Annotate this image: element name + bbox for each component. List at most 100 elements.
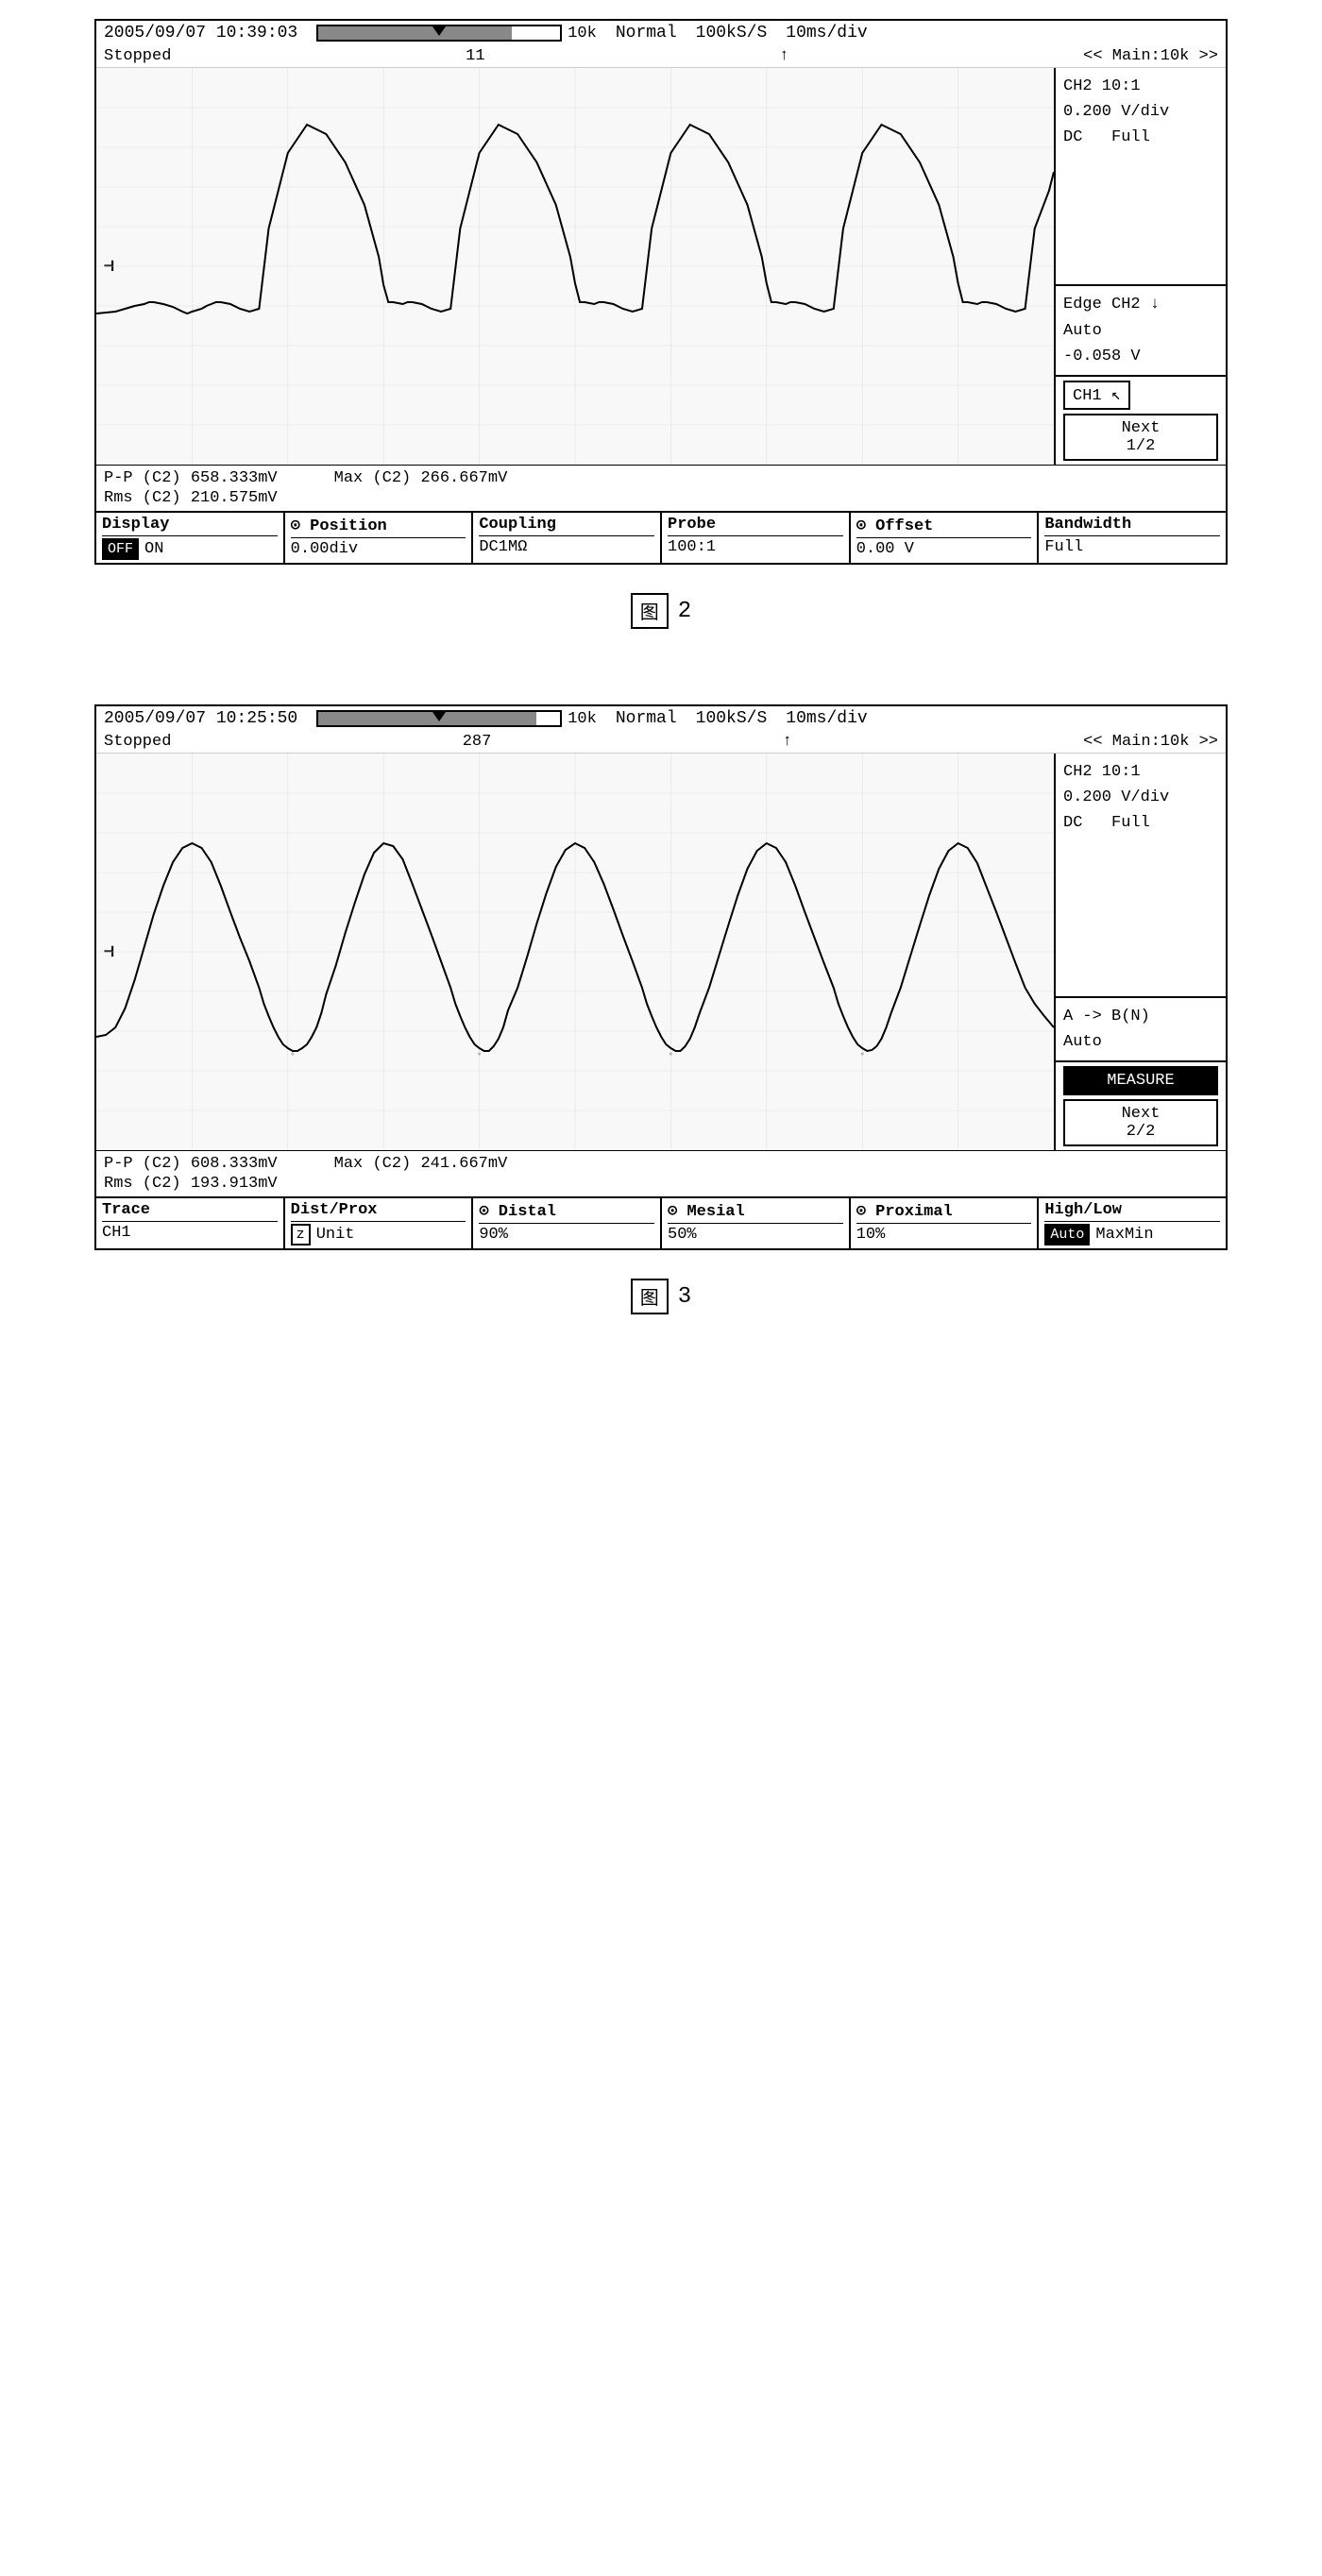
high-low-maxmin: MaxMin — [1095, 1226, 1153, 1244]
next-page-fig2: 1/2 — [1073, 437, 1209, 455]
ch1-next-fig2: CH1 ↖ Next 1/2 — [1056, 375, 1226, 465]
ctrl-proximal: ⊙ Proximal 10% — [851, 1198, 1040, 1248]
next-box-fig2[interactable]: Next 1/2 — [1063, 414, 1218, 461]
ctrl-offset: ⊙ Offset 0.00 V — [851, 513, 1040, 563]
ch2-probe-fig2: CH2 10:1 — [1063, 74, 1218, 99]
ctrl-probe: Probe 100:1 — [662, 513, 851, 563]
bandwidth-value: Full — [1044, 538, 1220, 556]
probe-label: Probe — [668, 516, 843, 536]
ch2-coupling-bw-fig2: DC Full — [1063, 125, 1218, 150]
rms-fig3: Rms (C2) 193.913mV — [104, 1175, 278, 1193]
max-fig2: Max (C2) 266.667mV — [334, 469, 508, 487]
ch2-coupling-fig2: DC — [1063, 128, 1082, 146]
offset-label: ⊙ Offset — [856, 516, 1032, 538]
mode-fig2: Normal — [616, 24, 677, 42]
waveform-svg-fig3 — [96, 754, 1054, 1150]
status-fig2: Stopped — [104, 47, 171, 65]
sidebar-fig2: CH2 10:1 0.200 V/div DC Full Edge CH2 ↓ … — [1056, 68, 1226, 465]
high-low-auto[interactable]: Auto — [1044, 1224, 1090, 1246]
measure-row2-fig3: Rms (C2) 193.913mV — [104, 1175, 1218, 1193]
trigger-arrow-fig2: ↑ — [779, 47, 788, 65]
memory-label-fig2: 10k — [568, 25, 597, 42]
main-label-fig3: << Main:10k >> — [1083, 733, 1218, 751]
ctrl-bandwidth: Bandwidth Full — [1039, 513, 1226, 563]
mesial-label: ⊙ Mesial — [668, 1201, 843, 1224]
measurements-fig2: P-P (C2) 658.333mV Max (C2) 266.667mV Rm… — [96, 465, 1226, 511]
trigger-arrow-fig3: ↑ — [783, 733, 792, 751]
ctrl-high-low: High/Low Auto MaxMin — [1039, 1198, 1226, 1248]
pp-fig2: P-P (C2) 658.333mV — [104, 469, 278, 487]
trigger-mode-fig3: Auto — [1063, 1029, 1218, 1055]
dist-prox-value: z Unit — [291, 1224, 466, 1246]
trigger-marker-top-fig3 — [432, 712, 446, 721]
trigger-edge-fig2: Edge CH2 ↓ — [1063, 292, 1218, 317]
display-off-btn[interactable]: OFF — [102, 538, 139, 560]
ctrl-mesial: ⊙ Mesial 50% — [662, 1198, 851, 1248]
timestamp-fig3: 2005/09/07 10:25:50 — [104, 709, 297, 728]
bandwidth-label: Bandwidth — [1044, 516, 1220, 536]
memory-progress-bar-fig3 — [316, 710, 562, 727]
trigger-pos-fig3: 287 — [463, 733, 492, 751]
next-box-fig3[interactable]: Next 2/2 — [1063, 1099, 1218, 1146]
progress-bar-area-fig3: 10k — [316, 710, 597, 728]
oscilloscope-figure3: 2005/09/07 10:25:50 10k Normal 100kS/S 1… — [94, 704, 1228, 1250]
ctrl-position: ⊙ Position 0.00div — [285, 513, 474, 563]
ctrl-distal: ⊙ Distal 90% — [473, 1198, 662, 1248]
offset-value: 0.00 V — [856, 540, 1032, 558]
ctrl-display: Display OFF ON — [96, 513, 285, 563]
waveform-screen-fig3: ⊣ — [96, 754, 1056, 1150]
sample-rate-fig3: 100kS/S — [696, 709, 768, 728]
distal-label: ⊙ Distal — [479, 1201, 654, 1224]
ch2-coupling-fig3: DC — [1063, 814, 1082, 832]
position-icon: ⊙ — [291, 517, 300, 535]
max-fig3: Max (C2) 241.667mV — [334, 1155, 508, 1173]
timestamp-fig2: 2005/09/07 10:39:03 — [104, 24, 297, 42]
measure-row1-fig2: P-P (C2) 658.333mV Max (C2) 266.667mV — [104, 469, 1218, 487]
ctrl-coupling: Coupling DC1MΩ — [473, 513, 662, 563]
scope-main-fig3: ⊣ — [96, 754, 1226, 1150]
controls-fig3: Trace CH1 Dist/Prox z Unit ⊙ Distal 90% — [96, 1196, 1226, 1248]
oscilloscope-figure2: 2005/09/07 10:39:03 10k Normal 100kS/S 1… — [94, 19, 1228, 565]
ctrl-dist-prox: Dist/Prox z Unit — [285, 1198, 474, 1248]
memory-progress-bar — [316, 25, 562, 42]
trigger-edge-fig3: A -> B(N) — [1063, 1004, 1218, 1029]
proximal-label: ⊙ Proximal — [856, 1201, 1032, 1224]
pp-fig3: P-P (C2) 608.333mV — [104, 1155, 278, 1173]
trace-value: CH1 — [102, 1224, 278, 1242]
ch2-bw-fig3: Full — [1111, 814, 1150, 832]
ch-info-fig3: CH2 10:1 0.200 V/div DC Full — [1056, 754, 1226, 996]
proximal-value: 10% — [856, 1226, 1032, 1244]
status-row-fig2: Stopped 11 ↑ << Main:10k >> — [96, 45, 1226, 68]
offset-icon: ⊙ — [856, 517, 866, 535]
proximal-icon: ⊙ — [856, 1203, 866, 1221]
fig2-icon: 图 — [631, 593, 669, 629]
trigger-pos-fig2: 11 — [466, 47, 484, 65]
rms-fig2: Rms (C2) 210.575mV — [104, 489, 278, 507]
controls-fig2: Display OFF ON ⊙ Position 0.00div Coupli… — [96, 511, 1226, 563]
fig3-icon: 图 — [631, 1279, 669, 1314]
trigger-mode-fig2: Auto — [1063, 318, 1218, 344]
fig3-number: 3 — [678, 1284, 691, 1310]
dist-prox-icon[interactable]: z — [291, 1224, 311, 1246]
mode-fig3: Normal — [616, 709, 677, 728]
dist-prox-label: Dist/Prox — [291, 1201, 466, 1222]
sample-rate-fig2: 100kS/S — [696, 24, 768, 42]
progress-bar-fill — [318, 26, 512, 40]
progress-bar-area: 10k — [316, 25, 597, 42]
time-div-fig2: 10ms/div — [786, 24, 867, 42]
measure-next-fig3: MEASURE Next 2/2 — [1056, 1060, 1226, 1150]
scope-header-row-fig3: 2005/09/07 10:25:50 10k Normal 100kS/S 1… — [96, 706, 1226, 731]
ch2-coupling-bw-fig3: DC Full — [1063, 810, 1218, 836]
ch2-bw-fig2: Full — [1111, 128, 1150, 146]
status-row-fig3: Stopped 287 ↑ << Main:10k >> — [96, 731, 1226, 754]
mesial-value: 50% — [668, 1226, 843, 1244]
time-div-fig3: 10ms/div — [786, 709, 867, 728]
trace-label: Trace — [102, 1201, 278, 1222]
coupling-label: Coupling — [479, 516, 654, 536]
mesial-icon: ⊙ — [668, 1203, 677, 1221]
measure-row2-fig2: Rms (C2) 210.575mV — [104, 489, 1218, 507]
ch-info-fig2: CH2 10:1 0.200 V/div DC Full — [1056, 68, 1226, 284]
waveform-screen-fig2: ⊣ — [96, 68, 1056, 465]
measure-label-fig3: MEASURE — [1073, 1072, 1209, 1090]
ch1-label-box: CH1 ↖ — [1063, 381, 1130, 410]
